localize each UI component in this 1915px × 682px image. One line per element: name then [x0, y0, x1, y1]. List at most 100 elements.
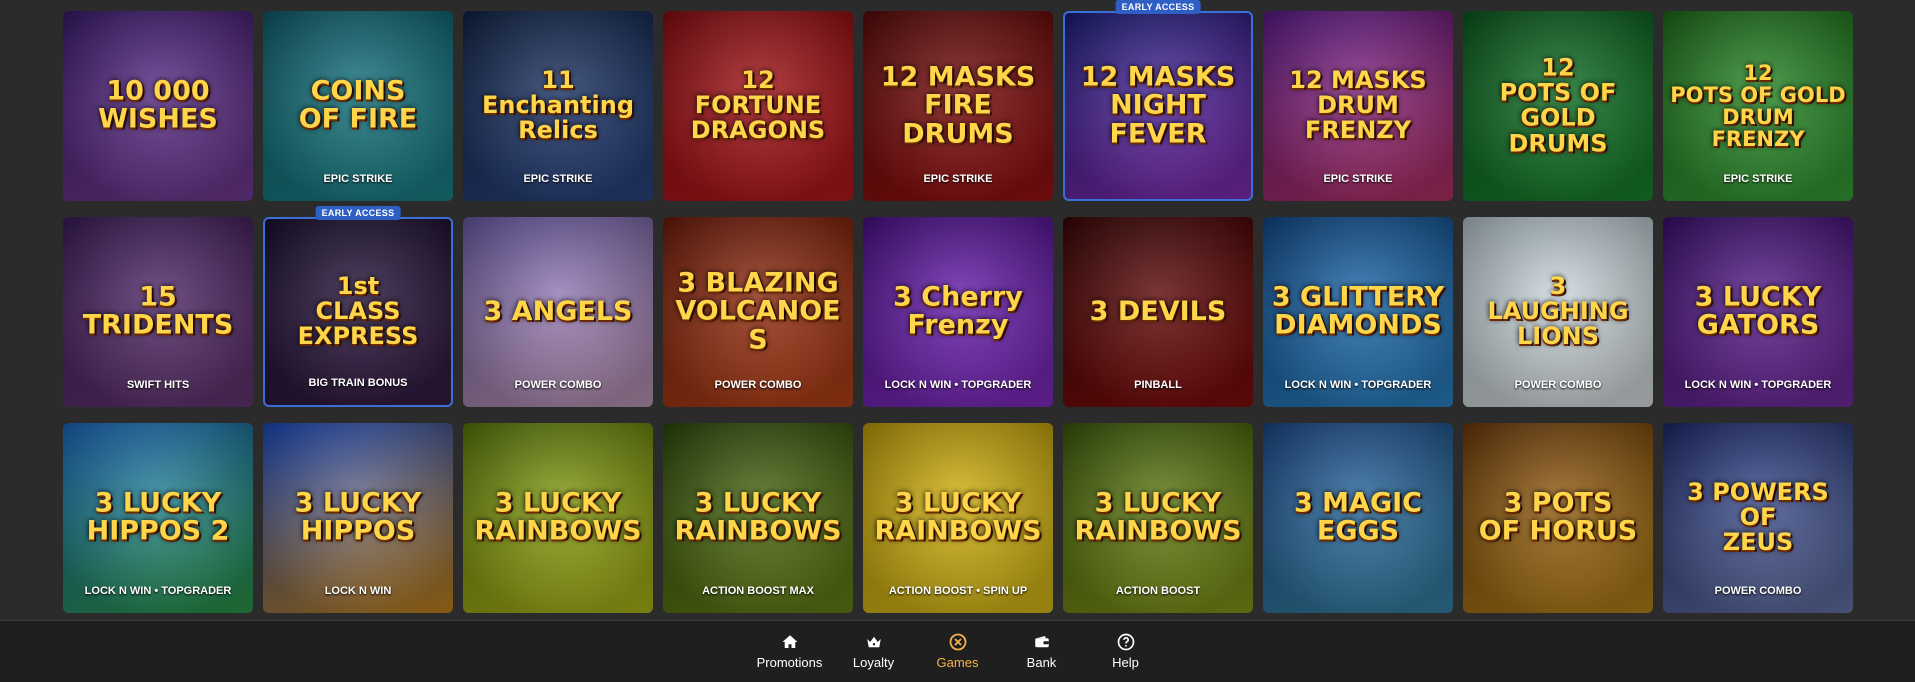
game-tile[interactable]: 3 LAUGHING LIONS POWER COMBO — [1463, 217, 1653, 407]
bottom-navigation: Promotions Loyalty Games Bank Help — [0, 620, 1915, 682]
game-subtitle: BIG TRAIN BONUS — [308, 377, 408, 389]
game-title: 3 LUCKY GATORS — [1694, 281, 1822, 341]
nav-item-games[interactable]: Games — [916, 621, 1000, 682]
game-tile[interactable]: 3 LUCKY RAINBOWS — [463, 423, 653, 613]
game-title: 3 DEVILS — [1089, 295, 1227, 327]
game-title: 10 000 WISHES — [98, 75, 218, 135]
game-title: 12 FORTUNE DRAGONS — [690, 66, 826, 145]
game-subtitle: EPIC STRIKE — [1723, 173, 1793, 185]
game-tile-wrapper: 3 Cherry Frenzy LOCK N WIN • TOPGRADER — [863, 217, 1053, 407]
nav-item-label: Games — [936, 655, 979, 670]
game-tile-wrapper: 3 LAUGHING LIONS POWER COMBO — [1463, 217, 1653, 407]
game-subtitle: POWER COMBO — [514, 379, 602, 391]
game-tile-wrapper: 11 Enchanting Relics EPIC STRIKE — [463, 11, 653, 201]
game-subtitle: ACTION BOOST — [1115, 585, 1201, 597]
game-tile[interactable]: 10 000 WISHES — [63, 11, 253, 201]
game-tile[interactable]: 3 LUCKY HIPPOS 2 LOCK N WIN • TOPGRADER — [63, 423, 253, 613]
game-tile-wrapper: 3 GLITTERY DIAMONDS LOCK N WIN • TOPGRADE… — [1263, 217, 1453, 407]
game-tile[interactable]: 3 LUCKY RAINBOWS ACTION BOOST — [1063, 423, 1253, 613]
nav-item-help[interactable]: Help — [1084, 621, 1168, 682]
game-tile-wrapper: 3 LUCKY RAINBOWS — [463, 423, 653, 613]
game-tile-wrapper: 12 MASKS DRUM FRENZY EPIC STRIKE — [1263, 11, 1453, 201]
nav-item-bank[interactable]: Bank — [1000, 621, 1084, 682]
game-subtitle: LOCK N WIN • TOPGRADER — [84, 585, 232, 597]
game-title: 3 Cherry Frenzy — [893, 281, 1023, 341]
game-tile-wrapper: 3 DEVILS PINBALL — [1063, 217, 1253, 407]
game-tile[interactable]: 12 POTS OF GOLD DRUM FRENZY EPIC STRIKE — [1663, 11, 1853, 201]
game-tile[interactable]: 3 LUCKY RAINBOWS ACTION BOOST MAX — [663, 423, 853, 613]
game-subtitle: EPIC STRIKE — [523, 173, 593, 185]
game-title: 3 LUCKY HIPPOS 2 — [86, 487, 230, 547]
game-subtitle: EPIC STRIKE — [923, 173, 993, 185]
casino-chip-icon — [949, 633, 967, 651]
game-tile[interactable]: 3 POWERS OF ZEUS POWER COMBO — [1663, 423, 1853, 613]
game-title: 3 LUCKY RAINBOWS — [1074, 487, 1242, 547]
game-tile-wrapper: 3 LUCKY HIPPOS LOCK N WIN — [263, 423, 453, 613]
game-tile[interactable]: 3 ANGELS POWER COMBO — [463, 217, 653, 407]
game-tile[interactable]: 12 MASKS FIRE DRUMS EPIC STRIKE — [863, 11, 1053, 201]
game-title: 3 LUCKY RAINBOWS — [674, 487, 842, 547]
game-tile[interactable]: 3 MAGIC EGGS — [1263, 423, 1453, 613]
game-title: 12 MASKS DRUM FRENZY — [1289, 66, 1427, 145]
game-tile[interactable]: 12 MASKS DRUM FRENZY EPIC STRIKE — [1263, 11, 1453, 201]
game-tile[interactable]: 3 LUCKY GATORS LOCK N WIN • TOPGRADER — [1663, 217, 1853, 407]
game-tile[interactable]: 1st CLASS EXPRESS BIG TRAIN BONUS — [263, 217, 453, 407]
game-title: 12 POTS OF GOLD DRUM FRENZY — [1670, 60, 1846, 152]
game-title: 3 LUCKY HIPPOS — [294, 487, 422, 547]
early-access-badge: EARLY ACCESS — [1115, 0, 1201, 14]
nav-item-promotions[interactable]: Promotions — [748, 621, 832, 682]
nav-item-label: Help — [1112, 655, 1139, 670]
game-tile-wrapper: 3 POWERS OF ZEUS POWER COMBO — [1663, 423, 1853, 613]
game-tile-wrapper: 10 000 WISHES — [63, 11, 253, 201]
game-tile[interactable]: 12 FORTUNE DRAGONS — [663, 11, 853, 201]
game-title: 3 POWERS OF ZEUS — [1687, 478, 1829, 557]
game-tile-wrapper: COINS OF FIRE EPIC STRIKE — [263, 11, 453, 201]
game-tile[interactable]: 15 TRIDENTS SWIFT HITS — [63, 217, 253, 407]
game-tile[interactable]: 3 GLITTERY DIAMONDS LOCK N WIN • TOPGRADE… — [1263, 217, 1453, 407]
game-subtitle: ACTION BOOST MAX — [702, 585, 814, 597]
nav-item-label: Bank — [1026, 655, 1057, 670]
help-icon — [1117, 633, 1135, 651]
game-title: 3 BLAZING VOLCANOES — [675, 267, 841, 356]
game-tile[interactable]: 3 LUCKY RAINBOWS ACTION BOOST • SPIN UP — [863, 423, 1053, 613]
game-subtitle: EPIC STRIKE — [323, 173, 393, 185]
game-tile[interactable]: 3 BLAZING VOLCANOES POWER COMBO — [663, 217, 853, 407]
game-tile-wrapper: 3 ANGELS POWER COMBO — [463, 217, 653, 407]
game-title: 12 MASKS NIGHT FEVER — [1080, 61, 1236, 150]
game-subtitle: POWER COMBO — [1714, 585, 1802, 597]
game-title: 12 POTS OF GOLD DRUMS — [1499, 53, 1617, 158]
game-title: COINS OF FIRE — [298, 75, 418, 135]
game-subtitle: SWIFT HITS — [126, 379, 190, 391]
game-tile[interactable]: 3 DEVILS PINBALL — [1063, 217, 1253, 407]
wallet-icon — [1033, 633, 1051, 651]
game-subtitle: LOCK N WIN — [324, 585, 392, 597]
game-tile[interactable]: 3 POTS OF HORUS — [1463, 423, 1653, 613]
game-tile[interactable]: 3 LUCKY HIPPOS LOCK N WIN — [263, 423, 453, 613]
game-subtitle: PINBALL — [1134, 379, 1182, 391]
game-tile[interactable]: 11 Enchanting Relics EPIC STRIKE — [463, 11, 653, 201]
game-title: 15 TRIDENTS — [82, 281, 234, 341]
game-title: 12 MASKS FIRE DRUMS — [880, 61, 1036, 150]
game-subtitle: ACTION BOOST • SPIN UP — [888, 585, 1028, 597]
game-subtitle: POWER COMBO — [1514, 379, 1602, 391]
game-tile[interactable]: 12 POTS OF GOLD DRUMS — [1463, 11, 1653, 201]
crown-icon — [865, 633, 883, 651]
nav-item-loyalty[interactable]: Loyalty — [832, 621, 916, 682]
game-tile[interactable]: 3 Cherry Frenzy LOCK N WIN • TOPGRADER — [863, 217, 1053, 407]
game-title: 11 Enchanting Relics — [481, 66, 635, 145]
game-tile-wrapper: 3 LUCKY RAINBOWS ACTION BOOST • SPIN UP — [863, 423, 1053, 613]
game-tile-wrapper: EARLY ACCESS 1st CLASS EXPRESS BIG TRAIN B… — [263, 206, 453, 407]
game-tile[interactable]: 12 MASKS NIGHT FEVER — [1063, 11, 1253, 201]
early-access-badge: EARLY ACCESS — [315, 206, 401, 220]
game-tile-wrapper: 15 TRIDENTS SWIFT HITS — [63, 217, 253, 407]
game-tile-wrapper: 3 POTS OF HORUS — [1463, 423, 1653, 613]
game-tile[interactable]: COINS OF FIRE EPIC STRIKE — [263, 11, 453, 201]
game-tile-wrapper: EARLY ACCESS 12 MASKS NIGHT FEVER — [1063, 0, 1253, 201]
game-tile-wrapper: 3 MAGIC EGGS — [1263, 423, 1453, 613]
game-title: 3 LAUGHING LIONS — [1487, 272, 1629, 351]
game-tile-wrapper: 12 POTS OF GOLD DRUM FRENZY EPIC STRIKE — [1663, 11, 1853, 201]
game-tile-wrapper: 12 POTS OF GOLD DRUMS — [1463, 11, 1653, 201]
game-subtitle: LOCK N WIN • TOPGRADER — [884, 379, 1032, 391]
game-tile-wrapper: 3 LUCKY HIPPOS 2 LOCK N WIN • TOPGRADER — [63, 423, 253, 613]
home-icon — [781, 633, 799, 651]
